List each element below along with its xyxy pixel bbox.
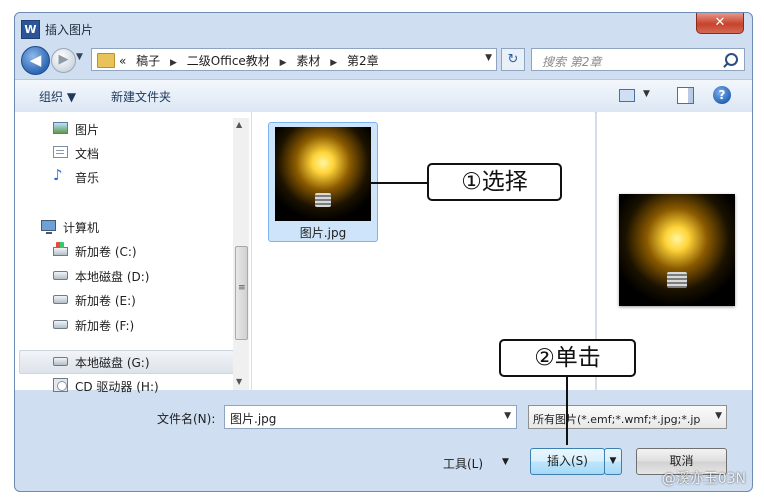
callout-leader-line-2 (566, 377, 568, 445)
address-dropdown-icon[interactable]: ▼ (485, 53, 492, 63)
sidebar-item-label: 计算机 (63, 221, 100, 235)
close-button[interactable]: ✕ (696, 13, 744, 34)
navigation-bar: ◀ ▶ ▼ « 稿子 ▶ 二级Office教材 ▶ 素材 ▶ 第2章 ▼ ↻ 搜… (15, 43, 752, 79)
filename-dropdown-icon[interactable]: ▼ (504, 411, 511, 421)
sidebar-item-label: 文档 (75, 147, 100, 161)
bulb-base (315, 193, 331, 207)
preview-pane-toggle-icon[interactable] (677, 87, 694, 104)
filename-value: 图片.jpg (230, 412, 277, 426)
breadcrumb-item[interactable]: 二级Office教材 (187, 54, 270, 68)
file-item-selected[interactable]: 图片.jpg (268, 122, 378, 242)
help-icon[interactable]: ? (713, 86, 731, 104)
scroll-grip-icon: ≡ (238, 283, 246, 293)
folder-icon (97, 53, 115, 68)
insert-options-dropdown-icon[interactable]: ▼ (604, 448, 622, 475)
cd-drive-icon (53, 378, 68, 392)
word-app-icon: W (21, 20, 40, 39)
sidebar-item-label: 新加卷 (E:) (75, 294, 136, 308)
file-name: 图片.jpg (299, 226, 347, 240)
filename-label: 文件名(N): (157, 412, 216, 426)
tools-dropdown-icon[interactable]: ▼ (502, 457, 509, 467)
organize-menu[interactable]: 组织 ▼ (39, 88, 76, 105)
tools-menu[interactable]: 工具(L) (443, 455, 483, 472)
callout-step-click: ②单击 (499, 339, 636, 377)
insert-button[interactable]: 插入(S) (530, 448, 605, 475)
search-input[interactable]: 搜索 第2章 (531, 48, 745, 71)
file-type-dropdown-icon[interactable]: ▼ (715, 411, 722, 421)
drive-icon (53, 295, 68, 304)
breadcrumb-item[interactable]: 稿子 (136, 54, 160, 68)
lightbulb-preview-image (619, 194, 735, 306)
navigation-pane: 图片 文档 ♪ 音乐 计算机 新加卷 (C:) 本地磁盘 (D:) 新加卷 (E… (15, 112, 252, 394)
scrollbar-thumb[interactable]: ≡ (235, 246, 248, 340)
callout-leader-line-1 (370, 182, 428, 184)
drive-icon (53, 357, 68, 366)
refresh-button[interactable]: ↻ (501, 48, 525, 71)
search-icon[interactable] (725, 53, 738, 66)
sidebar-scrollbar[interactable]: ▲ ≡ ▼ (233, 118, 249, 390)
change-view-icon[interactable] (619, 89, 635, 102)
forward-button[interactable]: ▶ (51, 48, 76, 73)
title-bar: W 插入图片 ✕ (15, 13, 752, 43)
sidebar-item-label: 新加卷 (F:) (75, 319, 135, 333)
search-placeholder: 搜索 第2章 (542, 55, 602, 69)
scroll-down-icon[interactable]: ▼ (236, 377, 242, 386)
back-button[interactable]: ◀ (21, 46, 50, 75)
music-icon: ♪ (53, 166, 63, 184)
picture-icon (53, 122, 68, 134)
address-bar[interactable]: « 稿子 ▶ 二级Office教材 ▶ 素材 ▶ 第2章 ▼ (91, 48, 497, 71)
dialog-footer: 文件名(N): 图片.jpg ▼ 所有图片(*.emf;*.wmf;*.jpg;… (15, 391, 752, 491)
breadcrumb-separator-icon[interactable]: ▶ (170, 58, 177, 68)
sidebar-item-label: 本地磁盘 (G:) (75, 356, 150, 370)
sidebar-item-label: 本地磁盘 (D:) (75, 270, 150, 284)
breadcrumb-separator-icon[interactable]: ▶ (280, 58, 287, 68)
drive-icon (53, 271, 68, 280)
filename-input[interactable]: 图片.jpg ▼ (224, 405, 517, 429)
view-options-dropdown-icon[interactable]: ▼ (643, 89, 650, 99)
drive-icon (53, 320, 68, 329)
new-folder-button[interactable]: 新建文件夹 (111, 88, 171, 105)
breadcrumb-item[interactable]: 第2章 (347, 54, 379, 68)
callout-step-select: ①选择 (427, 163, 562, 201)
breadcrumb: « 稿子 ▶ 二级Office教材 ▶ 素材 ▶ 第2章 (119, 52, 385, 69)
document-icon (53, 146, 68, 158)
system-drive-icon (53, 242, 68, 256)
lightbulb-thumbnail (275, 127, 371, 221)
file-type-select[interactable]: 所有图片(*.emf;*.wmf;*.jpg;*.jp ▼ (528, 405, 727, 429)
bulb-base (667, 272, 687, 288)
sidebar-item-label: 新加卷 (C:) (75, 245, 137, 259)
breadcrumb-separator-icon[interactable]: ▶ (330, 58, 337, 68)
sidebar-item-label: 音乐 (75, 171, 100, 185)
breadcrumb-item[interactable]: 素材 (296, 54, 320, 68)
watermark: @溪亦玉03N (661, 471, 746, 487)
history-dropdown-icon[interactable]: ▼ (76, 52, 83, 62)
file-type-value: 所有图片(*.emf;*.wmf;*.jpg;*.jp (533, 413, 701, 426)
insert-picture-dialog: W 插入图片 ✕ ◀ ▶ ▼ « 稿子 ▶ 二级Office教材 ▶ 素材 ▶ … (14, 12, 753, 492)
sidebar-item-label: 图片 (75, 123, 100, 137)
dialog-title: 插入图片 (45, 23, 94, 37)
scroll-up-icon[interactable]: ▲ (236, 120, 242, 129)
command-toolbar: 组织 ▼ 新建文件夹 ▼ ? (15, 79, 752, 113)
breadcrumb-overflow[interactable]: « (119, 54, 126, 68)
computer-icon (41, 220, 56, 234)
